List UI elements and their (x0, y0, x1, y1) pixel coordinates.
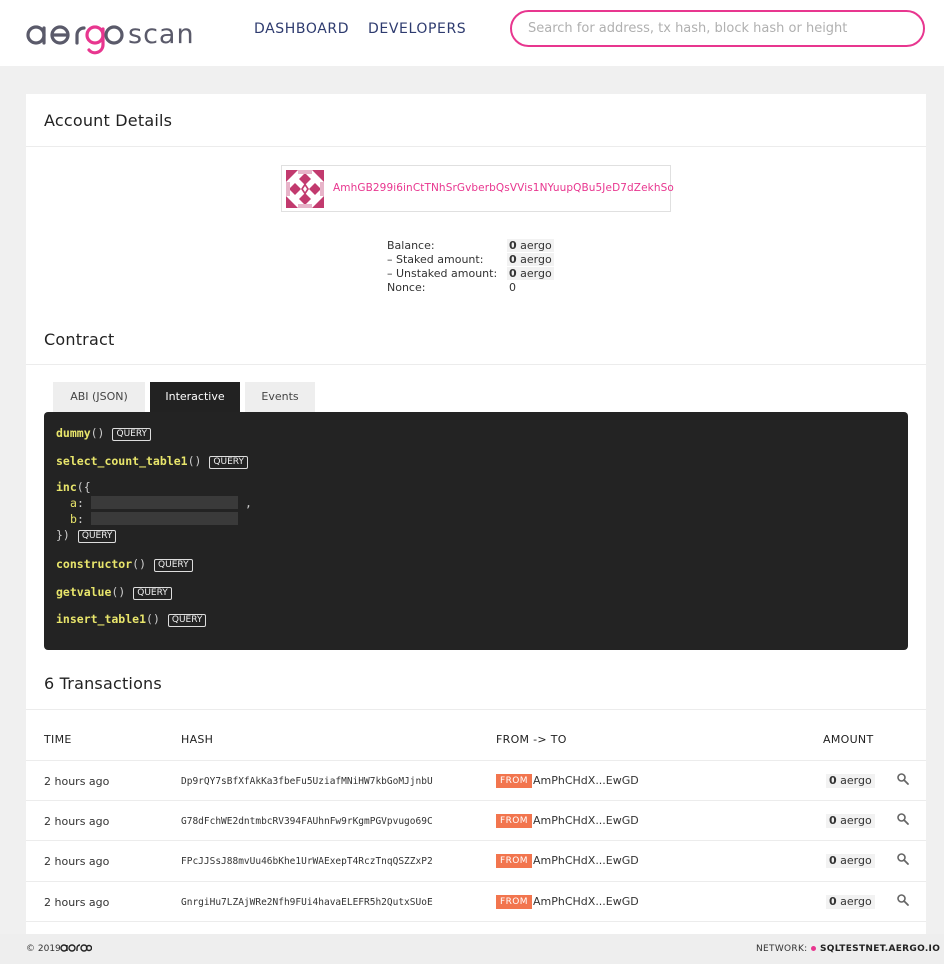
balance-value: 0 aergo (507, 239, 554, 252)
search-input[interactable] (510, 10, 925, 47)
unstaked-label: – Unstaked amount: (387, 267, 498, 280)
column-header-amount: AMOUNT (823, 733, 874, 746)
balance-label: Balance: (387, 239, 435, 252)
tab-events[interactable]: Events (245, 382, 315, 412)
staked-row: – Staked amount: 0 aergo (387, 253, 647, 267)
nonce-label: Nonce: (387, 281, 426, 294)
tx-time: 2 hours ago (44, 855, 110, 868)
divider (26, 364, 926, 365)
account-details-title: Account Details (44, 111, 173, 130)
tx-amount: 0 aergo (826, 854, 875, 868)
staked-value: 0 aergo (507, 253, 554, 266)
column-header-time: TIME (44, 733, 72, 746)
tx-hash-link[interactable]: Dp9rQY7sBfXfAkKa3fbeFu5UziafMNiHW7kbGoMJ… (181, 776, 433, 787)
balance-row: Balance: 0 aergo (387, 239, 647, 253)
unstaked-value: 0 aergo (507, 267, 554, 280)
contract-interactive-panel: dummy() QUERY select_count_table1() QUERY … (44, 412, 908, 650)
contract-title: Contract (44, 330, 115, 349)
svg-text:scan: scan (128, 19, 195, 50)
nonce-value: 0 (509, 281, 516, 294)
query-button[interactable]: QUERY (77, 530, 117, 543)
nav-developers[interactable]: DEVELOPERS (368, 21, 466, 37)
tx-hash-link[interactable]: G78dFchWE2dntmbcRV394FAUhnFw9rKgmPGVpvug… (181, 816, 433, 827)
search-icon[interactable] (896, 812, 910, 826)
function-row: insert_table1() QUERY (56, 612, 207, 627)
tab-interactive[interactable]: Interactive (150, 382, 240, 412)
search-icon[interactable] (896, 772, 910, 786)
function-name: getvalue (56, 585, 112, 599)
tx-hash-link[interactable]: GnrgiHu7LZAjWRe2Nfh9FUi4havaELEFR5h2Qutx… (181, 897, 433, 908)
divider (26, 709, 926, 710)
tx-amount: 0 aergo (826, 774, 875, 788)
from-badge: FROM (496, 854, 532, 868)
nonce-row: Nonce: 0 (387, 281, 647, 295)
balance-table: Balance: 0 aergo – Staked amount: 0 aerg… (387, 239, 647, 295)
network-status-dot (811, 946, 816, 951)
network-value[interactable]: SQLTESTNET.AERGO.IO (820, 944, 940, 954)
staked-label: – Staked amount: (387, 253, 484, 266)
function-close-row: }) QUERY (56, 528, 117, 543)
tab-abi-json[interactable]: ABI (JSON) (53, 382, 145, 412)
table-row[interactable]: 2 hours ago Dp9rQY7sBfXfAkKa3fbeFu5Uziaf… (26, 760, 926, 800)
divider (26, 146, 926, 147)
table-row[interactable]: 2 hours ago FPcJJSsJ88mvUu46bKhe1UrWAExe… (26, 840, 926, 880)
query-button[interactable]: QUERY (133, 587, 172, 600)
function-row: inc({ (56, 480, 91, 494)
column-header-from-to: FROM -> TO (496, 733, 567, 746)
query-button[interactable]: QUERY (209, 456, 248, 469)
tx-time: 2 hours ago (44, 815, 110, 828)
tx-hash-link[interactable]: FPcJJSsJ88mvUu46bKhe1UrWAExepT4RczTnqQSZ… (181, 856, 433, 867)
tx-amount: 0 aergo (826, 895, 875, 909)
function-name: inc (56, 480, 77, 494)
table-row[interactable]: 2 hours ago GnrgiHu7LZAjWRe2Nfh9FUi4hava… (26, 881, 926, 921)
top-header: scan DASHBOARD DEVELOPERS (0, 0, 944, 66)
network-label: NETWORK: (756, 944, 808, 954)
param-label-a: a: (70, 496, 84, 510)
function-name: select_count_table1 (56, 454, 188, 468)
transactions-title: 6 Transactions (44, 674, 162, 693)
query-button[interactable]: QUERY (154, 559, 193, 572)
param-input-a[interactable] (91, 496, 238, 509)
column-header-hash: HASH (181, 733, 214, 746)
query-button[interactable]: QUERY (112, 428, 152, 441)
from-badge: FROM (496, 814, 532, 828)
function-row: getvalue() QUERY (56, 585, 172, 600)
nav-dashboard[interactable]: DASHBOARD (254, 21, 349, 37)
function-name: constructor (56, 557, 133, 571)
aergo-scan-logo[interactable]: scan (26, 13, 202, 55)
function-row: dummy() QUERY (56, 426, 152, 441)
table-row[interactable]: 2 hours ago G78dFchWE2dntmbcRV394FAUhnFw… (26, 800, 926, 840)
tx-from-address[interactable]: AmPhCHdX...EwGD (533, 895, 639, 908)
unstaked-row: – Unstaked amount: 0 aergo (387, 267, 647, 281)
tx-from-address[interactable]: AmPhCHdX...EwGD (533, 854, 639, 867)
param-label-b: b: (70, 512, 84, 526)
tx-time: 2 hours ago (44, 775, 110, 788)
function-row: constructor() QUERY (56, 557, 193, 572)
function-name: insert_table1 (56, 612, 147, 626)
tx-time: 2 hours ago (44, 896, 110, 909)
account-address[interactable]: AmhGB299i6inCtTNhSrGvberbQsVVis1NYuupQBu… (333, 182, 674, 194)
param-separator: , (245, 496, 252, 510)
table-row[interactable] (26, 921, 926, 934)
param-input-b[interactable] (91, 512, 238, 525)
identicon-avatar (286, 170, 324, 208)
address-box: AmhGB299i6inCtTNhSrGvberbQsVVis1NYuupQBu… (281, 165, 674, 212)
tx-amount: 0 aergo (826, 814, 875, 828)
from-badge: FROM (496, 774, 532, 788)
tx-from-address[interactable]: AmPhCHdX...EwGD (533, 814, 639, 827)
footer: © 2019 NETWORK: SQLTESTNET.AERGO.IO (0, 934, 944, 964)
search-icon[interactable] (896, 852, 910, 866)
tx-from-address[interactable]: AmPhCHdX...EwGD (533, 774, 639, 787)
function-name: dummy (56, 426, 91, 440)
copyright-text: © 2019 (26, 944, 61, 954)
function-row: select_count_table1() QUERY (56, 454, 248, 469)
from-badge: FROM (496, 895, 532, 909)
account-card: Account Details AmhGB299i6inCtTNhSrGvber… (26, 94, 926, 934)
query-button[interactable]: QUERY (167, 614, 207, 627)
search-icon[interactable] (896, 893, 910, 907)
aergo-logo (60, 944, 92, 952)
